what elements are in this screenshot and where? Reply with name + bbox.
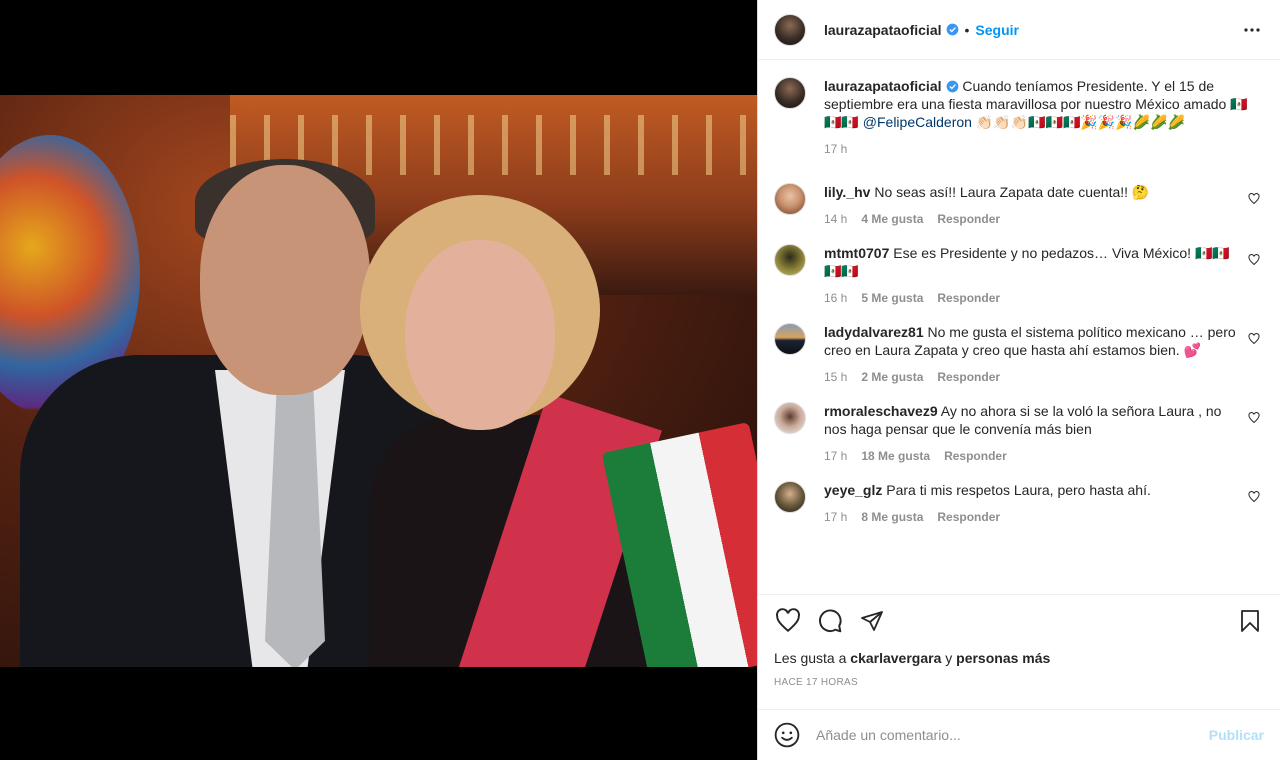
comment-username[interactable]: lily._hv (824, 184, 870, 200)
post-media (0, 0, 757, 760)
comment-like-heart-icon[interactable] (1248, 491, 1260, 503)
comment-reply-button[interactable]: Responder (937, 368, 1000, 386)
action-icon-row (774, 607, 1264, 635)
emoji-picker-icon[interactable] (774, 722, 800, 748)
save-bookmark-icon[interactable] (1236, 607, 1264, 635)
post-timestamp[interactable]: Hace 17 horas (774, 677, 1264, 688)
comment-text: lily._hv No seas así!! Laura Zapata date… (824, 183, 1238, 201)
comment-username[interactable]: rmoraleschavez9 (824, 403, 938, 419)
likes-summary: Les gusta a ckarlavergara y personas más (774, 650, 1264, 666)
verified-badge-icon (946, 80, 958, 93)
comment-time: 17 h (824, 449, 848, 463)
comment-avatar[interactable] (774, 244, 806, 276)
comment-item: yeye_glz Para ti mis respetos Laura, per… (774, 481, 1264, 526)
comment-item: mtmt0707 Ese es Presidente y no pedazos…… (774, 244, 1264, 307)
comment-body: No seas así!! Laura Zapata date cuenta!!… (874, 184, 1150, 200)
comment-time: 16 h (824, 291, 848, 305)
comment-input[interactable] (816, 727, 1209, 743)
comments-list[interactable]: laurazapataoficial Cuando teníamos Presi… (758, 61, 1280, 594)
comment-avatar[interactable] (774, 183, 806, 215)
comment-likes-link[interactable]: 18 Me gusta (861, 447, 930, 465)
photo-woman-face (405, 240, 555, 430)
comment-like-heart-icon[interactable] (1248, 193, 1260, 205)
caption-avatar[interactable] (774, 77, 806, 109)
post-photo[interactable] (0, 95, 757, 667)
comment-body: Para ti mis respetos Laura, pero hasta a… (886, 482, 1151, 498)
comment-bubble-icon[interactable] (816, 607, 844, 635)
likes-prefix: Les gusta a (774, 650, 847, 666)
comment-meta: 14 h 4 Me gusta Responder (824, 210, 1238, 228)
separator-dot: • (964, 21, 970, 38)
likes-conj: y (945, 650, 953, 666)
comment-avatar[interactable] (774, 323, 806, 355)
comment-reply-button[interactable]: Responder (937, 210, 1000, 228)
comment-username[interactable]: ladydalvarez81 (824, 324, 924, 340)
instagram-post-modal: laurazapataoficial • Seguir laurazapatao… (0, 0, 1280, 760)
caption-mention-link[interactable]: @FelipeCalderon (863, 114, 972, 130)
caption-time: 17 h (824, 142, 848, 156)
author-username[interactable]: laurazapataoficial (824, 22, 942, 38)
likes-others-link[interactable]: personas más (956, 650, 1050, 666)
author-avatar[interactable] (774, 13, 806, 46)
post-actions: Les gusta a ckarlavergara y personas más… (758, 594, 1280, 688)
caption-meta: 17 h (824, 140, 1254, 158)
comment-text: mtmt0707 Ese es Presidente y no pedazos…… (824, 244, 1238, 280)
comment-time: 14 h (824, 212, 848, 226)
comment-composer: Publicar (758, 709, 1280, 760)
comment-username[interactable]: mtmt0707 (824, 245, 889, 261)
comment-meta: 15 h 2 Me gusta Responder (824, 368, 1238, 386)
comment-meta: 16 h 5 Me gusta Responder (824, 289, 1238, 307)
verified-badge-icon (946, 23, 958, 36)
comment-item: lily._hv No seas así!! Laura Zapata date… (774, 183, 1264, 228)
comment-time: 15 h (824, 370, 848, 384)
post-header: laurazapataoficial • Seguir (758, 0, 1280, 60)
comment-like-heart-icon[interactable] (1248, 412, 1260, 424)
comment-like-heart-icon[interactable] (1248, 333, 1260, 345)
comment-like-heart-icon[interactable] (1248, 254, 1260, 266)
comment-text: rmoraleschavez9 Ay no ahora si se la vol… (824, 402, 1238, 438)
like-heart-icon[interactable] (774, 607, 802, 635)
comment-avatar[interactable] (774, 402, 806, 434)
comment-reply-button[interactable]: Responder (944, 447, 1007, 465)
caption-emojis: 👏🏻👏🏻👏🏻🇲🇽🇲🇽🇲🇽🎉🎉🎉🌽🌽🌽 (975, 114, 1185, 130)
comment-meta: 17 h 8 Me gusta Responder (824, 508, 1238, 526)
comment-text: ladydalvarez81 No me gusta el sistema po… (824, 323, 1238, 359)
likes-user-link[interactable]: ckarlavergara (850, 650, 941, 666)
comment-item: ladydalvarez81 No me gusta el sistema po… (774, 323, 1264, 386)
post-sidebar: laurazapataoficial • Seguir laurazapatao… (757, 0, 1280, 760)
comment-reply-button[interactable]: Responder (937, 289, 1000, 307)
publish-button[interactable]: Publicar (1209, 727, 1264, 743)
comment-likes-link[interactable]: 2 Me gusta (861, 368, 923, 386)
caption-username[interactable]: laurazapataoficial (824, 78, 942, 94)
comment-likes-link[interactable]: 5 Me gusta (861, 289, 923, 307)
share-paper-plane-icon[interactable] (858, 607, 886, 635)
comment-item: rmoraleschavez9 Ay no ahora si se la vol… (774, 402, 1264, 465)
caption-text: laurazapataoficial Cuando teníamos Presi… (824, 77, 1254, 131)
comment-text: yeye_glz Para ti mis respetos Laura, per… (824, 481, 1238, 499)
comment-likes-link[interactable]: 4 Me gusta (861, 210, 923, 228)
comment-reply-button[interactable]: Responder (937, 508, 1000, 526)
comment-meta: 17 h 18 Me gusta Responder (824, 447, 1238, 465)
caption: laurazapataoficial Cuando teníamos Presi… (774, 77, 1264, 158)
comment-avatar[interactable] (774, 481, 806, 513)
comment-username[interactable]: yeye_glz (824, 482, 882, 498)
comment-likes-link[interactable]: 8 Me gusta (861, 508, 923, 526)
follow-button[interactable]: Seguir (975, 22, 1019, 38)
comment-time: 17 h (824, 510, 848, 524)
more-options-icon[interactable] (1240, 18, 1264, 42)
photo-man-head (200, 165, 370, 395)
